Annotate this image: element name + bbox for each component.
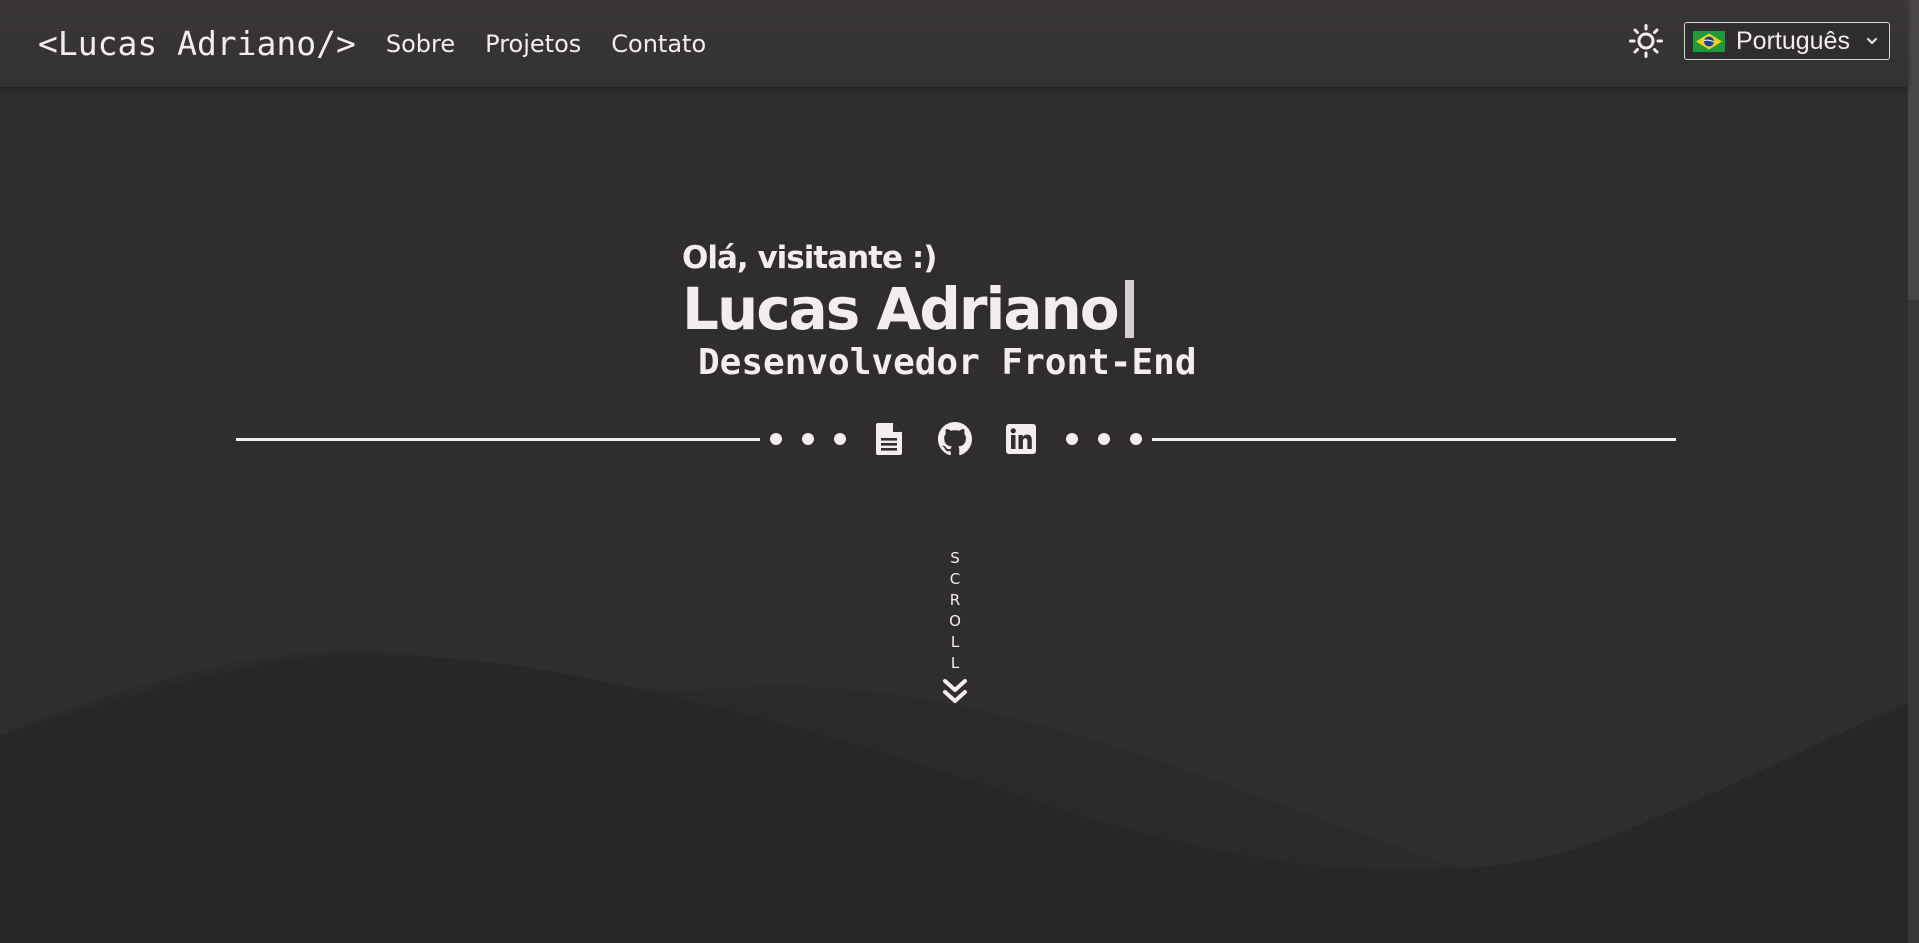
- nav-link-sobre[interactable]: Sobre: [386, 30, 455, 58]
- nav-link-contato[interactable]: Contato: [611, 30, 706, 58]
- language-select[interactable]: Português: [1684, 22, 1890, 60]
- double-chevron-down-icon: [943, 679, 967, 703]
- github-icon: [938, 422, 972, 456]
- typing-caret: [1124, 280, 1134, 338]
- page-scrollbar[interactable]: [1908, 0, 1919, 943]
- page: <Lucas Adriano/> Sobre Projetos Contato: [0, 0, 1919, 943]
- scroll-letter: S: [950, 549, 960, 567]
- scroll-down-button[interactable]: S C R O L L: [940, 548, 970, 706]
- brand-logo[interactable]: <Lucas Adriano/>: [38, 24, 356, 63]
- sun-icon: [1629, 24, 1663, 58]
- scroll-letter: O: [949, 612, 961, 630]
- chevron-down-icon: [1867, 38, 1877, 44]
- hero-intro: Olá, visitante :) Lucas Adriano Desenvol…: [682, 234, 1382, 383]
- brazil-flag-icon: [1693, 30, 1725, 52]
- language-selected-label: Português: [1736, 26, 1850, 55]
- nav-links: Sobre Projetos Contato: [386, 30, 706, 58]
- hero-name: Lucas Adriano: [682, 275, 1120, 343]
- divider-dot: [802, 433, 814, 445]
- hero-role: Desenvolvedor Front-End: [698, 342, 1197, 383]
- page-scrollbar-thumb[interactable]: [1908, 0, 1919, 300]
- divider-dot: [770, 433, 782, 445]
- scroll-letter: R: [949, 591, 961, 609]
- scroll-letter: C: [949, 570, 961, 588]
- hero-name-line: Lucas Adriano: [682, 274, 1134, 344]
- top-navbar: <Lucas Adriano/> Sobre Projetos Contato: [0, 0, 1908, 87]
- nav-controls: Português: [1628, 22, 1890, 60]
- background-waves: [0, 650, 1919, 943]
- divider-dot: [1066, 433, 1078, 445]
- scroll-letter: L: [950, 654, 960, 672]
- divider-line-left: [236, 438, 760, 441]
- divider-dot: [1130, 433, 1142, 445]
- scroll-letter: L: [950, 633, 960, 651]
- resume-link[interactable]: [872, 422, 906, 456]
- social-links-row: [236, 420, 1676, 460]
- github-link[interactable]: [938, 422, 972, 456]
- linkedin-link[interactable]: [1004, 422, 1038, 456]
- divider-dot: [1098, 433, 1110, 445]
- resume-document-icon: [876, 423, 902, 455]
- theme-toggle-button[interactable]: [1628, 23, 1664, 59]
- nav-link-projetos[interactable]: Projetos: [485, 30, 581, 58]
- linkedin-icon: [1006, 424, 1036, 454]
- divider-dot: [834, 433, 846, 445]
- divider-line-right: [1152, 438, 1676, 441]
